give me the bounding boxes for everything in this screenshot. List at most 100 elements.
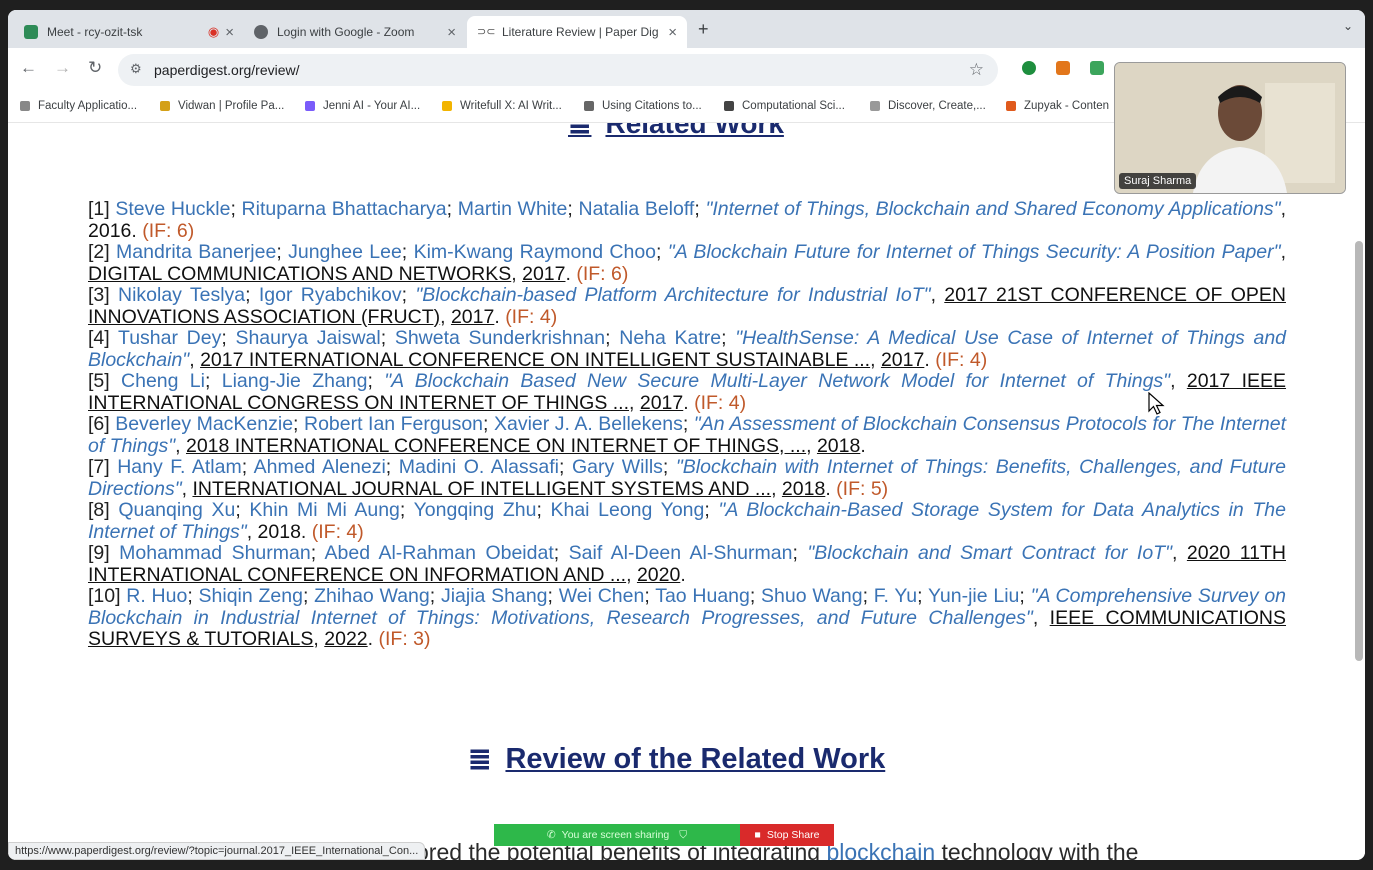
author-link[interactable]: Madini O. Alassafi — [399, 456, 559, 478]
author-link[interactable]: Tushar Dey — [118, 327, 221, 349]
related-work-heading: ≣ Related Work — [568, 123, 784, 140]
address-bar[interactable]: ⚙ paperdigest.org/review/ ☆ — [118, 54, 998, 86]
reference-item: [5] Cheng Li; Liang-Jie Zhang; "A Blockc… — [88, 370, 1287, 414]
author-link[interactable]: Natalia Beloff — [578, 198, 694, 220]
author-link[interactable]: Abed Al-Rahman Obeidat — [325, 542, 554, 564]
url-text[interactable]: paperdigest.org/review/ — [154, 62, 300, 78]
author-link[interactable]: Igor Ryabchikov — [259, 284, 402, 306]
author-link[interactable]: Gary Wills — [572, 456, 663, 478]
author-link[interactable]: Zhihao Wang — [314, 585, 430, 607]
impact-factor: (IF: 3) — [378, 628, 431, 650]
impact-factor: (IF: 6) — [142, 219, 195, 242]
tab-paper-digest[interactable]: ⊃⊂ Literature Review | Paper Dig × — [467, 16, 687, 48]
bookmark-item[interactable]: Writefull X: AI Writ... — [442, 100, 562, 112]
year-link[interactable]: 2018 — [817, 435, 860, 457]
venue-link[interactable]: 2017 INTERNATIONAL CONFERENCE ON INTELLI… — [200, 349, 870, 371]
close-tab-icon[interactable]: × — [447, 24, 456, 41]
site-info-icon[interactable]: ⚙ — [130, 61, 142, 77]
author-link[interactable]: Wei Chen — [559, 585, 645, 607]
venue-link[interactable]: 2018 INTERNATIONAL CONFERENCE ON INTERNE… — [186, 435, 806, 457]
author-link[interactable]: Shiqin Zeng — [199, 585, 303, 607]
author-link[interactable]: Hany F. Atlam — [117, 456, 242, 478]
paper-title-link[interactable]: "A Blockchain Based New Secure Multi-Lay… — [384, 370, 1170, 392]
author-link[interactable]: Junghee Lee — [288, 241, 402, 263]
year-link[interactable]: 2017 — [522, 263, 565, 285]
year-link[interactable]: 2022 — [324, 628, 367, 650]
close-tab-icon[interactable]: × — [225, 24, 234, 41]
participant-video[interactable]: Suraj Sharma — [1114, 62, 1346, 194]
extension-icon[interactable] — [1022, 61, 1036, 75]
reference-item: [3] Nikolay Teslya; Igor Ryabchikov; "Bl… — [88, 284, 1286, 328]
author-link[interactable]: Robert Ian Ferguson — [304, 413, 483, 435]
author-link[interactable]: Saif Al-Deen Al-Shurman — [569, 542, 793, 564]
author-link[interactable]: Nikolay Teslya — [118, 284, 245, 306]
bookmark-label: Zupyak - Conten — [1024, 100, 1110, 112]
participant-name: Suraj Sharma — [1119, 173, 1197, 189]
paper-title-link[interactable]: "Blockchain and Smart Contract for IoT" — [807, 542, 1172, 564]
stop-share-button[interactable]: ■ Stop Share — [740, 824, 834, 846]
year-link[interactable]: 2017 — [881, 349, 924, 371]
extension-icon[interactable] — [1090, 61, 1104, 75]
tab-zoom[interactable]: Login with Google - Zoom × — [244, 16, 466, 48]
author-link[interactable]: Xavier J. A. Bellekens — [494, 413, 683, 435]
author-link[interactable]: R. Huo — [126, 585, 187, 607]
keyword-link[interactable]: blockchain — [826, 839, 935, 860]
author-link[interactable]: Mandrita Banerjee — [116, 241, 276, 263]
author-link[interactable]: Kim-Kwang Raymond Choo — [414, 241, 656, 263]
year-link[interactable]: 2017 — [451, 306, 494, 328]
paper-title-link[interactable]: "Internet of Things, Blockchain and Shar… — [705, 198, 1280, 220]
author-link[interactable]: Ahmed Alenezi — [254, 456, 386, 478]
page-content: ≣ Related Work [1] Steve Huckle; Rituparn… — [8, 123, 1365, 860]
bookmark-item[interactable]: Using Citations to... — [584, 100, 702, 112]
author-link[interactable]: Yongqing Zhu — [414, 499, 537, 521]
author-link[interactable]: Khai Leong Yong — [550, 499, 704, 521]
tab-meet[interactable]: Meet - rcy-ozit-tsk ◉ × — [14, 16, 244, 48]
author-link[interactable]: Shaurya Jaiswal — [235, 327, 380, 349]
bookmark-item[interactable]: Jenni AI - Your AI... — [305, 100, 420, 112]
bookmark-item[interactable]: Zupyak - Conten — [1006, 100, 1109, 112]
author-link[interactable]: Liang-Jie Zhang — [222, 370, 368, 392]
author-link[interactable]: F. Yu — [874, 585, 917, 607]
author-link[interactable]: Shuo Wang — [761, 585, 863, 607]
scrollbar[interactable] — [1355, 241, 1363, 661]
author-link[interactable]: Martin White — [458, 198, 568, 220]
year-link[interactable]: 2016 — [88, 220, 131, 242]
forward-icon[interactable]: → — [54, 58, 71, 78]
bookmark-icon — [160, 101, 170, 111]
author-link[interactable]: Tao Huang — [655, 585, 750, 607]
back-icon[interactable]: ← — [20, 58, 37, 78]
bookmark-star-icon[interactable]: ☆ — [969, 60, 984, 80]
venue-link[interactable]: DIGITAL COMMUNICATIONS AND NETWORKS — [88, 263, 511, 285]
bookmark-item[interactable]: Vidwan | Profile Pa... — [160, 100, 284, 112]
bookmark-item[interactable]: Computational Sci... — [724, 100, 845, 112]
author-link[interactable]: Shweta Sunderkrishnan — [395, 327, 605, 349]
reference-number: [5] — [88, 370, 110, 392]
bookmark-item[interactable]: Faculty Applicatio... — [20, 100, 137, 112]
author-link[interactable]: Mohammad Shurman — [119, 542, 311, 564]
author-link[interactable]: Steve Huckle — [115, 198, 230, 220]
new-tab-button[interactable]: + — [698, 19, 709, 40]
close-tab-icon[interactable]: × — [668, 24, 677, 41]
reload-icon[interactable]: ↻ — [88, 58, 102, 78]
metamask-icon[interactable] — [1056, 61, 1070, 75]
paper-title-link[interactable]: "Blockchain-based Platform Architecture … — [415, 284, 930, 306]
author-link[interactable]: Quanqing Xu — [118, 499, 235, 521]
author-link[interactable]: Jiajia Shang — [441, 585, 548, 607]
venue-link[interactable]: INTERNATIONAL JOURNAL OF INTELLIGENT SYS… — [192, 478, 771, 500]
author-link[interactable]: Khin Mi Mi Aung — [249, 499, 400, 521]
year-link[interactable]: 2020 — [637, 564, 680, 586]
year-link[interactable]: 2018 — [258, 521, 301, 543]
paper-title-link[interactable]: "A Blockchain Future for Internet of Thi… — [668, 241, 1281, 263]
author-link[interactable]: Beverley MacKenzie — [115, 413, 293, 435]
bookmark-item[interactable]: Discover, Create,... — [870, 100, 986, 112]
year-link[interactable]: 2017 — [640, 392, 683, 414]
author-link[interactable]: Rituparna Bhattacharya — [242, 198, 447, 220]
tab-search-chevron-icon[interactable]: ⌄ — [1343, 19, 1353, 33]
status-bar-url: https://www.paperdigest.org/review/?topi… — [8, 842, 426, 860]
author-link[interactable]: Yun-jie Liu — [928, 585, 1019, 607]
author-link[interactable]: Neha Katre — [619, 327, 721, 349]
author-link[interactable]: Cheng Li — [121, 370, 205, 392]
year-link[interactable]: 2018 — [782, 478, 825, 500]
bookmark-label: Jenni AI - Your AI... — [323, 100, 421, 112]
bookmark-label: Faculty Applicatio... — [38, 100, 138, 112]
